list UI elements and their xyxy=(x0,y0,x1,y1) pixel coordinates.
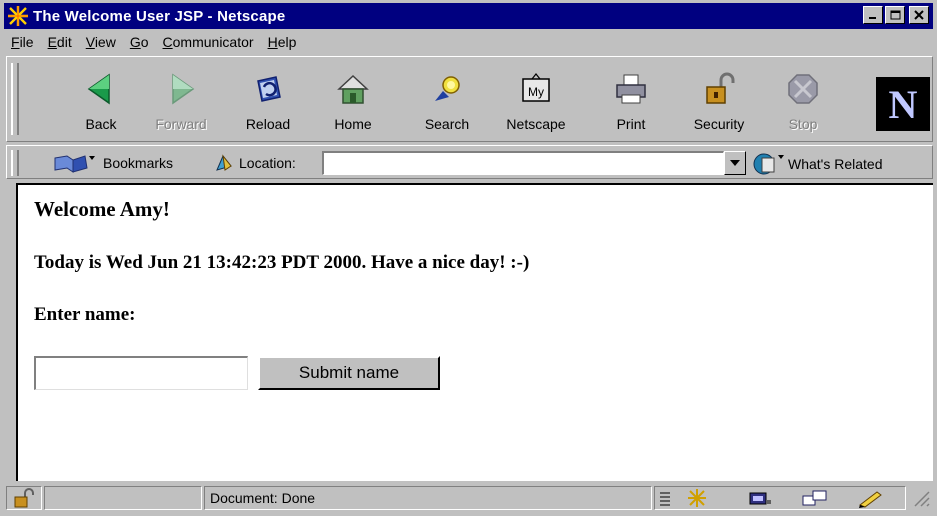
menu-communicator-label: ommunicator xyxy=(172,34,254,50)
menu-go[interactable]: Go xyxy=(123,34,156,50)
bookmarks-button[interactable]: Bookmarks xyxy=(53,152,173,174)
forward-arrow-icon xyxy=(172,73,195,105)
reload-label: Reload xyxy=(245,116,291,132)
svg-text:My: My xyxy=(528,85,544,99)
location-input[interactable] xyxy=(322,151,724,175)
navigator-icon[interactable] xyxy=(685,488,709,508)
name-form: Submit name xyxy=(34,356,933,390)
my-netscape-button[interactable]: My Netscape xyxy=(496,65,576,139)
menu-go-accel: G xyxy=(129,34,141,50)
mailbox-icon[interactable] xyxy=(747,488,773,508)
location-label: Location: xyxy=(239,155,296,171)
location-toolbar: Bookmarks Location: What's Related xyxy=(6,145,933,179)
padlock-icon xyxy=(706,72,735,104)
netscape-logo-letter: N xyxy=(888,81,918,127)
forward-label: Forward xyxy=(155,116,207,132)
location-icon[interactable] xyxy=(213,152,235,174)
composer-icon[interactable] xyxy=(857,488,885,508)
print-label: Print xyxy=(616,116,646,132)
stop-button[interactable]: Stop xyxy=(763,65,843,139)
unlocked-padlock-icon xyxy=(14,488,34,508)
menu-bar: File Edit View Go Communicator Help xyxy=(4,31,303,53)
my-netscape-icon: My xyxy=(522,73,550,102)
bookmarks-label: Bookmarks xyxy=(103,155,174,171)
home-button[interactable]: Home xyxy=(313,65,393,139)
maximize-button[interactable] xyxy=(885,6,905,24)
reload-button[interactable]: Reload xyxy=(228,65,308,139)
printer-icon xyxy=(616,74,646,104)
menu-file-label: ile xyxy=(19,34,34,50)
menu-help[interactable]: Help xyxy=(261,34,304,50)
stop-label: Stop xyxy=(788,116,818,132)
toolbar-grip[interactable] xyxy=(11,63,19,135)
location-label-group: Location: xyxy=(213,152,296,174)
menu-communicator[interactable]: Communicator xyxy=(156,34,261,50)
search-label: Search xyxy=(424,116,470,132)
search-icon xyxy=(435,76,460,101)
whats-related-icon xyxy=(753,153,784,175)
close-icon xyxy=(914,10,924,20)
resize-grip-icon[interactable] xyxy=(911,488,931,508)
netscape-logo[interactable]: N xyxy=(876,77,930,131)
discussion-groups-icon[interactable] xyxy=(801,488,829,508)
close-button[interactable] xyxy=(909,6,929,24)
search-button[interactable]: Search xyxy=(407,65,487,139)
security-status-cell[interactable] xyxy=(6,486,42,510)
location-toolbar-grip[interactable] xyxy=(11,150,19,176)
submit-name-button[interactable]: Submit name xyxy=(258,356,440,390)
minimize-button[interactable] xyxy=(863,6,883,24)
name-input[interactable] xyxy=(34,356,248,390)
back-label: Back xyxy=(85,116,117,132)
minimize-icon xyxy=(869,17,876,19)
navigation-toolbar: Back Forward Reload Home Search My Netsc… xyxy=(6,56,933,142)
page-content: Welcome Amy! Today is Wed Jun 21 13:42:2… xyxy=(16,183,933,481)
menu-view[interactable]: View xyxy=(79,34,123,50)
progress-cell xyxy=(44,486,202,510)
home-icon xyxy=(337,74,369,104)
bookmarks-icon xyxy=(54,155,95,173)
home-label: Home xyxy=(334,116,372,132)
window-controls xyxy=(863,6,929,24)
window-title: The Welcome User JSP - Netscape xyxy=(33,7,286,25)
menu-communicator-accel: C xyxy=(162,34,173,50)
menu-file[interactable]: File xyxy=(4,34,41,50)
date-message: Today is Wed Jun 21 13:42:23 PDT 2000. H… xyxy=(34,252,530,273)
title-bar[interactable]: The Welcome User JSP - Netscape xyxy=(4,3,933,29)
reload-icon xyxy=(257,76,281,102)
whats-related-button[interactable]: What's Related xyxy=(752,152,883,176)
menu-go-label: o xyxy=(140,34,149,50)
menu-edit-accel: E xyxy=(47,34,57,50)
chevron-down-icon xyxy=(730,160,740,166)
security-button[interactable]: Security xyxy=(679,65,759,139)
menu-view-label: iew xyxy=(94,34,116,50)
component-bar xyxy=(654,486,906,510)
netscape-app-icon[interactable] xyxy=(7,5,29,27)
print-button[interactable]: Print xyxy=(591,65,671,139)
whats-related-label: What's Related xyxy=(788,156,883,172)
status-message: Document: Done xyxy=(204,486,652,510)
menu-help-accel: H xyxy=(267,34,278,50)
forward-button[interactable]: Forward xyxy=(141,65,221,139)
enter-name-prompt: Enter name: xyxy=(34,304,136,325)
maximize-icon xyxy=(890,10,900,20)
back-arrow-icon xyxy=(87,73,110,105)
menu-view-accel: V xyxy=(85,34,95,50)
menu-help-label: elp xyxy=(277,34,297,50)
component-bar-grip[interactable] xyxy=(659,489,671,507)
security-label: Security xyxy=(693,116,745,132)
my-netscape-label: Netscape xyxy=(506,116,566,132)
welcome-heading: Welcome Amy! xyxy=(34,197,170,221)
menu-file-accel: F xyxy=(11,34,20,50)
location-dropdown-button[interactable] xyxy=(724,151,746,175)
back-button[interactable]: Back xyxy=(61,65,141,139)
status-bar: Document: Done xyxy=(6,484,933,512)
menu-edit[interactable]: Edit xyxy=(41,34,79,50)
menu-edit-label: dit xyxy=(56,34,72,50)
stop-icon xyxy=(788,74,818,104)
